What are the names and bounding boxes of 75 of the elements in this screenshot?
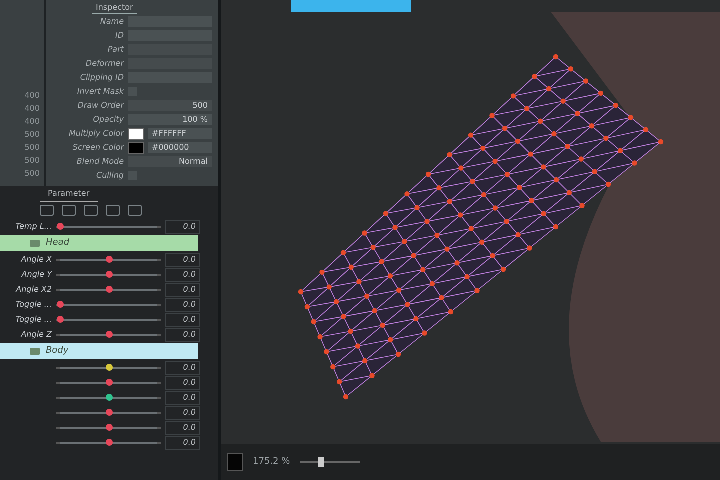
field-label: ID <box>114 31 124 40</box>
field-label: Name <box>99 17 124 26</box>
value-field[interactable]: 0.0 <box>165 220 200 234</box>
slider-thumb[interactable] <box>57 222 64 230</box>
value-field[interactable]: 0.0 <box>165 376 200 390</box>
zoom-text: 175.2 % <box>253 457 290 467</box>
list-value: 500 <box>24 169 40 178</box>
value-field[interactable]: 0.0 <box>165 298 200 312</box>
folder-icon <box>30 240 40 246</box>
field-label: Clipping ID <box>79 73 124 82</box>
slider-thumb[interactable] <box>106 364 112 370</box>
slider-thumb[interactable] <box>106 408 112 416</box>
parameter-name: Toggle ... <box>14 315 52 324</box>
slider-thumb[interactable] <box>106 378 112 386</box>
input-field[interactable]: 100 % <box>128 114 212 125</box>
toolbar-icon[interactable] <box>128 205 142 216</box>
value-field[interactable]: 0.0 <box>165 282 200 296</box>
slider-thumb[interactable] <box>318 457 324 467</box>
list-value: 400 <box>24 117 40 126</box>
input-field[interactable]: #000000 <box>148 142 212 153</box>
field-label: Screen Color <box>72 143 124 152</box>
field-label: Multiply Color <box>68 129 124 138</box>
field-label: Blend Mode <box>76 157 124 166</box>
slider-thumb[interactable] <box>106 330 112 338</box>
inspector-tab[interactable]: Inspector <box>92 2 138 14</box>
parameter-name: Angle X2 <box>14 285 52 294</box>
field-label: Culling <box>96 171 124 180</box>
folder-icon <box>30 348 40 354</box>
value-field[interactable]: 0.0 <box>165 436 200 450</box>
toolbar-icon[interactable] <box>62 205 76 216</box>
color-swatch[interactable] <box>128 128 144 140</box>
parameter-name: Angle Y <box>20 270 52 279</box>
color-swatch[interactable] <box>227 453 243 471</box>
value-field[interactable]: 0.0 <box>165 390 200 404</box>
parameter-tab[interactable]: Parameter <box>40 186 98 202</box>
dropdown[interactable]: Normal <box>128 156 212 167</box>
slider-thumb[interactable] <box>57 300 64 308</box>
field-label: Deformer <box>84 59 124 68</box>
slider-thumb[interactable] <box>106 286 112 292</box>
list-value: 400 <box>24 91 40 100</box>
slider-thumb[interactable] <box>57 316 64 322</box>
slider-thumb[interactable] <box>106 256 112 262</box>
value-field[interactable]: 0.0 <box>165 268 200 282</box>
color-swatch[interactable] <box>128 142 144 154</box>
value-field[interactable]: 0.0 <box>165 360 200 374</box>
group-name: Head <box>46 238 70 248</box>
field-label: Invert Mask <box>76 87 124 96</box>
input-field[interactable]: #FFFFFF <box>148 128 212 139</box>
toolbar-icon[interactable] <box>106 205 120 216</box>
field-label: Part <box>106 45 124 54</box>
toolbar-icon[interactable] <box>40 205 54 216</box>
list-value: 500 <box>24 156 40 165</box>
value-field[interactable]: 0.0 <box>165 406 200 420</box>
parameter-name: Toggle ... <box>14 300 52 309</box>
slider-thumb[interactable] <box>106 394 112 400</box>
field-label: Opacity <box>92 115 124 124</box>
value-field[interactable]: 0.0 <box>165 312 200 326</box>
list-value: 500 <box>24 130 40 139</box>
parameter-name: Angle Z <box>20 330 52 339</box>
toolbar-icon[interactable] <box>84 205 98 216</box>
list-value: 400 <box>24 104 40 113</box>
value-field[interactable]: 0.0 <box>165 420 200 434</box>
value-field[interactable]: 0.0 <box>165 252 200 266</box>
parameter-group[interactable]: Body <box>0 343 198 359</box>
parameter-name: Temp L... <box>14 222 52 231</box>
value-field[interactable]: 0.0 <box>165 328 200 342</box>
group-name: Body <box>46 346 69 356</box>
field-label: Draw Order <box>76 101 124 110</box>
parameter-name: Angle X <box>20 255 52 264</box>
slider-thumb[interactable] <box>106 438 112 446</box>
slider-thumb[interactable] <box>106 424 112 430</box>
list-value: 500 <box>24 143 40 152</box>
slider-thumb[interactable] <box>106 270 112 278</box>
parameter-group[interactable]: Head <box>0 235 198 251</box>
dropdown[interactable]: 500 <box>128 100 212 111</box>
